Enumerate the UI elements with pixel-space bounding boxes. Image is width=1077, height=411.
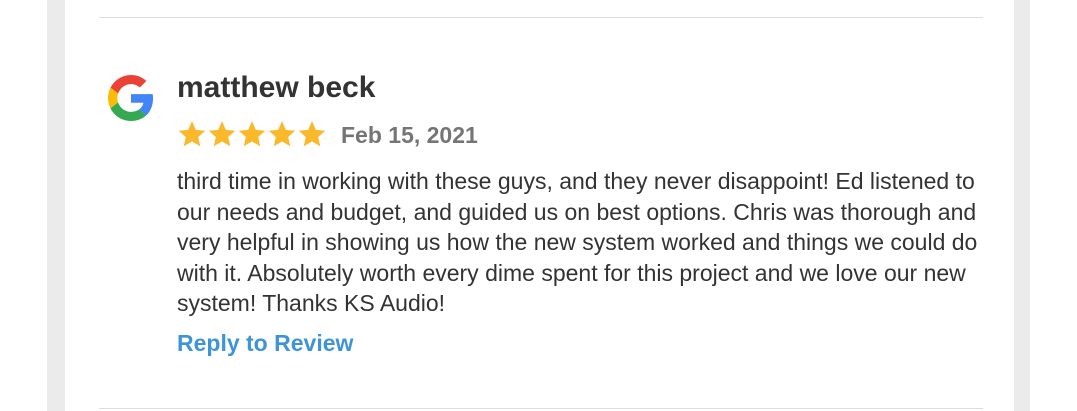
page-gutter-right <box>1014 0 1030 411</box>
review-divider-top <box>99 17 983 18</box>
review-divider-bottom <box>99 408 983 409</box>
star-icon <box>238 121 266 147</box>
reply-to-review-link[interactable]: Reply to Review <box>177 328 353 358</box>
page-gutter-left <box>47 0 65 411</box>
star-icon <box>208 121 236 147</box>
star-icon <box>268 121 296 147</box>
review-date: Feb 15, 2021 <box>341 122 478 148</box>
star-rating <box>177 119 327 151</box>
star-icon <box>298 121 326 147</box>
google-g-icon <box>108 75 154 121</box>
review-text: third time in working with these guys, a… <box>177 168 978 317</box>
reviewer-name: matthew beck <box>177 71 376 104</box>
star-icon <box>178 121 206 147</box>
